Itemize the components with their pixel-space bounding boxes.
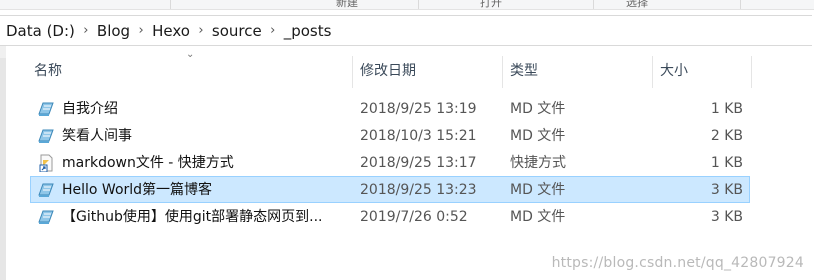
md-file-icon [37,208,55,226]
ribbon-label-new[interactable]: 新建 [336,0,358,10]
file-size: 1 KB [710,101,743,117]
file-list: 自我介绍 2018/9/25 13:19 MD 文件 1 KB 笑看人间事 20… [30,95,750,230]
column-divider[interactable] [352,56,353,88]
file-date: 2018/9/25 13:17 [360,155,477,171]
file-row[interactable]: 【Github使用】使用git部署静态网页到... 2019/7/26 0:52… [30,203,750,230]
file-name: 【Github使用】使用git部署静态网页到... [62,209,323,225]
file-row[interactable]: 自我介绍 2018/9/25 13:19 MD 文件 1 KB [30,95,750,122]
column-divider[interactable] [502,56,503,88]
file-date: 2018/10/3 15:21 [360,128,477,144]
file-type: MD 文件 [510,101,566,117]
ribbon-remnant: 新建 打开 选择 [0,0,814,10]
file-name: 笑看人间事 [62,128,132,144]
file-type: MD 文件 [510,209,566,225]
file-row[interactable]: Hello World第一篇博客 2018/9/25 13:23 MD 文件 3… [30,176,750,203]
md-file-icon [37,181,55,199]
ribbon-divider [740,0,741,9]
column-size[interactable]: 大小 [660,54,688,88]
column-name[interactable]: 名称 [34,54,62,88]
chevron-right-icon[interactable]: › [75,23,97,38]
file-type: MD 文件 [510,128,566,144]
column-divider[interactable] [751,56,752,88]
file-size: 2 KB [710,128,743,144]
column-date[interactable]: 修改日期 [360,54,416,88]
breadcrumb-hexo[interactable]: Hexo [152,22,190,40]
breadcrumb-source[interactable]: source [212,22,262,40]
chevron-right-icon[interactable]: › [130,23,152,38]
column-type[interactable]: 类型 [510,54,538,88]
watermark-text: https://blog.csdn.net/qq_42807924 [551,255,804,271]
sort-chevron-down-icon: ⌄ [186,49,195,60]
column-divider[interactable] [652,56,653,88]
file-size: 3 KB [710,209,743,225]
file-name: markdown文件 - 快捷方式 [62,155,234,171]
file-type: MD 文件 [510,182,566,198]
md-file-icon [37,100,55,118]
chevron-right-icon[interactable]: › [190,23,212,38]
file-type: 快捷方式 [510,155,566,171]
breadcrumb-blog[interactable]: Blog [97,22,130,40]
ribbon-label-open[interactable]: 打开 [480,0,502,10]
file-row[interactable]: 笑看人间事 2018/10/3 15:21 MD 文件 2 KB [30,122,750,149]
shortcut-file-icon [37,154,55,173]
ribbon-divider [418,0,419,9]
ribbon-label-select[interactable]: 选择 [626,0,648,10]
file-name: 自我介绍 [62,101,118,117]
file-size: 1 KB [710,155,743,171]
file-size: 3 KB [710,182,743,198]
file-name: Hello World第一篇博客 [62,182,213,198]
md-file-icon [37,127,55,145]
breadcrumb-drive[interactable]: Data (D:) [6,22,75,40]
file-date: 2019/7/26 0:52 [360,209,468,225]
file-row[interactable]: markdown文件 - 快捷方式 2018/9/25 13:17 快捷方式 1… [30,149,750,176]
ribbon-divider [170,0,171,9]
column-header: ⌄ 名称 修改日期 类型 大小 [22,49,752,88]
chevron-right-icon[interactable]: › [262,23,284,38]
breadcrumb-posts[interactable]: _posts [284,22,332,40]
ribbon-divider [593,0,594,9]
address-bar[interactable]: Data (D:) › Blog › Hexo › source › _post… [0,15,812,46]
file-date: 2018/9/25 13:19 [360,101,477,117]
scrollbar-thumb[interactable] [0,58,6,280]
file-date: 2018/9/25 13:23 [360,182,477,198]
